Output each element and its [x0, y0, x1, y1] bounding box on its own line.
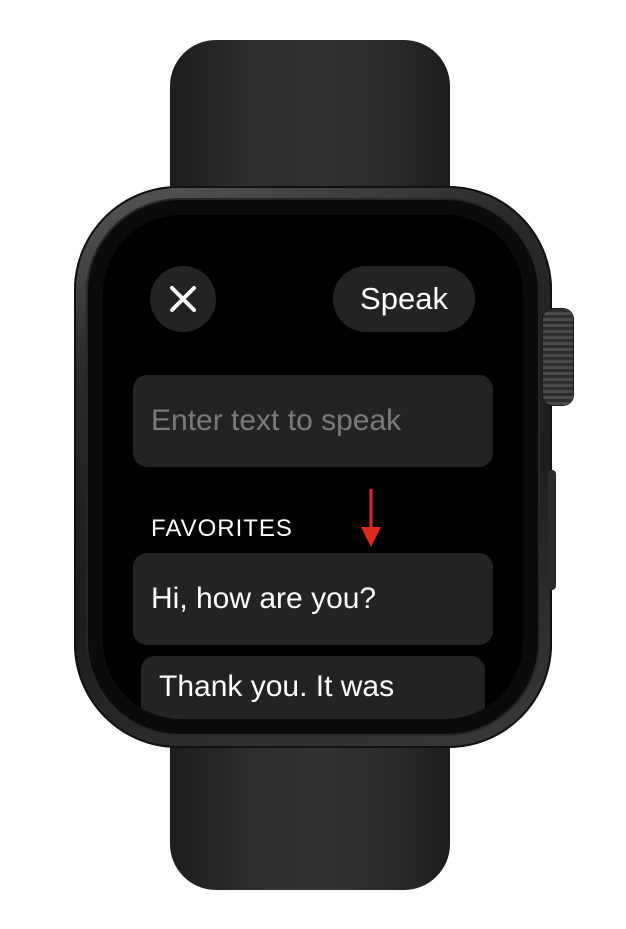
watch-screen: Speak Enter text to speak FAVORITES Hi, …	[103, 215, 523, 719]
text-input-placeholder: Enter text to speak	[151, 404, 402, 437]
close-icon	[170, 286, 196, 312]
favorite-item-label: Thank you. It was	[159, 670, 395, 703]
favorite-item[interactable]: Thank you. It was	[141, 656, 485, 719]
favorites-header: FAVORITES	[151, 515, 293, 542]
text-to-speak-input[interactable]: Enter text to speak	[133, 375, 493, 467]
down-arrow-icon	[361, 489, 381, 547]
side-button[interactable]	[548, 470, 556, 590]
close-button[interactable]	[150, 266, 216, 332]
digital-crown[interactable]	[543, 309, 573, 405]
favorite-item[interactable]: Hi, how are you?	[133, 553, 493, 645]
speak-button[interactable]: Speak	[333, 266, 475, 332]
favorite-item-label: Hi, how are you?	[151, 582, 377, 615]
